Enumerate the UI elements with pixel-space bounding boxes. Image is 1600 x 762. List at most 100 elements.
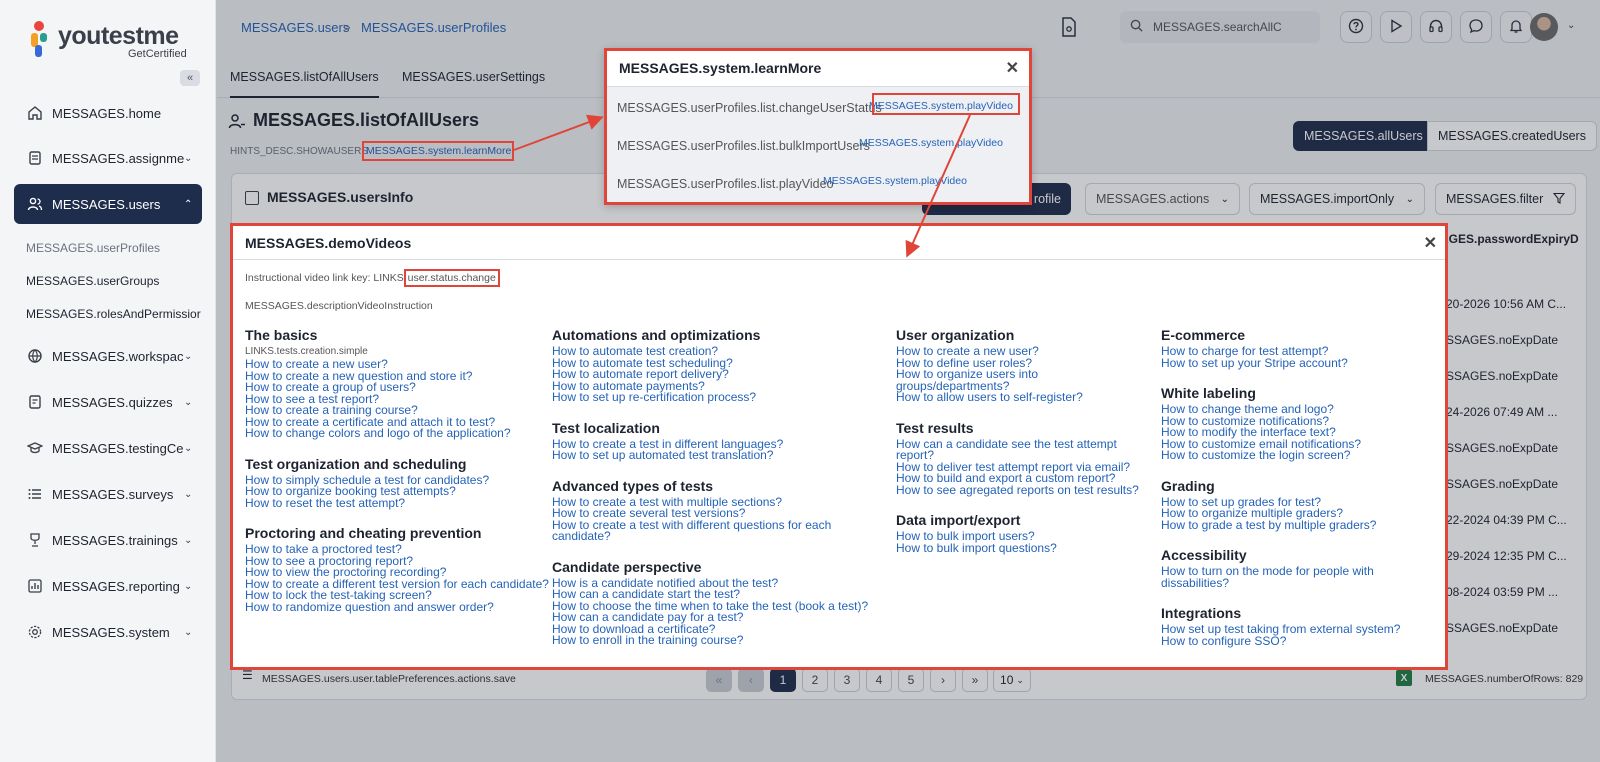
video-link[interactable]: How to allow users to self-register?: [896, 391, 1141, 404]
section-title: Test results: [896, 419, 974, 436]
sidebar-item-quizzes[interactable]: MESSAGES.quizzes ⌄: [14, 382, 202, 422]
sidebar-item-label: MESSAGES.system: [52, 624, 170, 640]
demo-videos-title: MESSAGES.demoVideos: [245, 235, 412, 251]
globe-icon: [26, 347, 44, 365]
users-icon: [26, 195, 44, 213]
demo-videos-modal: MESSAGES.demoVideos ✕ Instructional vide…: [230, 223, 1448, 670]
video-link-key-prefix: Instructional video link key: LINKS.: [245, 272, 407, 284]
highlight-box: [362, 141, 514, 161]
video-link[interactable]: How to change colors and logo of the app…: [245, 427, 565, 440]
section-title: Accessibility: [1161, 547, 1247, 563]
video-link[interactable]: How can a candidate see the test attempt…: [896, 438, 1141, 462]
sidebar-item-workspaces[interactable]: MESSAGES.workspac ⌄: [14, 336, 202, 376]
video-link-key-value: user.status.change: [403, 269, 500, 287]
gear-icon: [26, 623, 44, 641]
sidebar-item-label: MESSAGES.testingCer: [52, 440, 184, 456]
video-link[interactable]: How to randomize question and answer ord…: [245, 601, 565, 614]
section-title: User organization: [896, 327, 1015, 343]
section-title: Test organization and scheduling: [245, 455, 467, 472]
document-icon: [26, 149, 44, 167]
section-title: Automations and optimizations: [552, 327, 761, 343]
sidebar-item-assignments[interactable]: MESSAGES.assignmer ⌄: [14, 138, 202, 178]
section-title: Candidate perspective: [552, 558, 702, 575]
section-title: Integrations: [1161, 605, 1242, 621]
section-title: Test localization: [552, 419, 660, 436]
chevron-down-icon: ⌄: [184, 350, 193, 362]
section-title: White labeling: [1161, 385, 1256, 401]
sidebar-item-label: MESSAGES.surveys: [52, 486, 174, 502]
sidebar-subitem-user-groups[interactable]: MESSAGES.userGroups: [26, 274, 206, 288]
chevron-down-icon: ⌄: [184, 152, 193, 164]
video-link[interactable]: How to configure SSO?: [1161, 635, 1406, 648]
quiz-icon: [26, 393, 44, 411]
sidebar-item-surveys[interactable]: MESSAGES.surveys ⌄: [14, 474, 202, 514]
sidebar-item-label: MESSAGES.trainings: [52, 532, 178, 548]
sidebar-item-users[interactable]: MESSAGES.users ⌃: [14, 184, 202, 224]
chevron-down-icon: ⌄: [184, 580, 193, 592]
close-icon[interactable]: ✕: [1006, 58, 1019, 78]
video-link[interactable]: How to set up your Stripe account?: [1161, 357, 1406, 370]
sidebar-item-label: MESSAGES.quizzes: [52, 394, 173, 410]
sidebar-item-trainings[interactable]: MESSAGES.trainings ⌄: [14, 520, 202, 560]
sidebar-item-system[interactable]: MESSAGES.system ⌄: [14, 612, 202, 652]
video-link[interactable]: How to bulk import questions?: [896, 542, 1141, 555]
video-link[interactable]: How to turn on the mode for people with …: [1161, 565, 1406, 589]
chevron-down-icon: ⌄: [184, 534, 193, 546]
video-link[interactable]: How to see agregated reports on test res…: [896, 484, 1141, 497]
video-link-key: Instructional video link key: LINKS.user…: [245, 269, 500, 287]
chevron-down-icon: ⌄: [184, 488, 193, 500]
sidebar-item-home[interactable]: MESSAGES.home: [14, 93, 202, 133]
video-description: MESSAGES.descriptionVideoInstruction: [245, 300, 433, 312]
sidebar-collapse-button[interactable]: «: [180, 70, 200, 86]
play-video-link[interactable]: MESSAGES.system.playVideo: [859, 137, 1003, 149]
learn-row-text: MESSAGES.userProfiles.list.bulkImportUse…: [617, 139, 870, 153]
section-title: Advanced types of tests: [552, 477, 714, 494]
sidebar-item-label: MESSAGES.users: [52, 196, 161, 212]
highlight-box: [872, 93, 1020, 115]
sidebar-subitem-roles[interactable]: MESSAGES.rolesAndPermissior: [26, 307, 206, 321]
sidebar-item-label: MESSAGES.reporting: [52, 578, 180, 594]
logo-brand: youtestme: [58, 22, 179, 50]
video-link[interactable]: How to grade a test by multiple graders?: [1161, 519, 1406, 532]
learn-row-text: MESSAGES.userProfiles.list.changeUserSta…: [617, 101, 882, 115]
video-column: User organization How to create a new us…: [896, 327, 1141, 554]
sidebar-item-label: MESSAGES.workspac: [52, 348, 184, 364]
learn-more-title: MESSAGES.system.learnMore: [619, 60, 822, 76]
close-icon[interactable]: ✕: [1424, 233, 1437, 253]
section-title: The basics: [245, 327, 318, 343]
list-icon: [26, 485, 44, 503]
video-link[interactable]: How to set up automated test translation…: [552, 449, 872, 462]
video-column: The basics LINKS.tests.creation.simple H…: [245, 327, 565, 613]
sidebar-item-label: MESSAGES.home: [52, 105, 162, 121]
logo[interactable]: youtestme GetCertified: [28, 18, 198, 64]
video-link[interactable]: How to customize the login screen?: [1161, 449, 1406, 462]
chevron-down-icon: ⌄: [184, 442, 193, 454]
video-link[interactable]: How to enroll in the training course?: [552, 634, 872, 647]
logo-icon: [31, 21, 47, 57]
play-video-link[interactable]: MESSAGES.system.playVideo: [823, 175, 967, 187]
logo-tagline: GetCertified: [128, 48, 187, 60]
section-title: Proctoring and cheating prevention: [245, 525, 482, 541]
video-link[interactable]: How to reset the test attempt?: [245, 497, 565, 510]
sidebar-item-label: MESSAGES.assignmer: [52, 150, 184, 166]
video-column: Automations and optimizations How to aut…: [552, 327, 872, 647]
learn-row-text: MESSAGES.userProfiles.list.playVideo: [617, 177, 834, 191]
video-column: E-commerce How to charge for test attemp…: [1161, 327, 1406, 647]
sidebar-item-reporting[interactable]: MESSAGES.reporting ⌄: [14, 566, 202, 606]
graduation-icon: [26, 439, 44, 457]
sidebar: youtestme GetCertified « MESSAGES.home M…: [0, 0, 216, 762]
sidebar-item-testing-centers[interactable]: MESSAGES.testingCer ⌄: [14, 428, 202, 468]
video-link[interactable]: How to organize users into groups/depart…: [896, 368, 1141, 392]
sidebar-subitem-user-profiles[interactable]: MESSAGES.userProfiles: [26, 241, 206, 255]
chart-icon: [26, 577, 44, 595]
chevron-down-icon: ⌄: [184, 396, 193, 408]
section-title: E-commerce: [1161, 327, 1246, 343]
learn-more-popup: MESSAGES.system.learnMore ✕ MESSAGES.use…: [604, 48, 1032, 205]
video-link[interactable]: How to create a test with different ques…: [552, 519, 872, 543]
section-note: LINKS.tests.creation.simple: [245, 346, 368, 357]
trophy-icon: [26, 531, 44, 549]
learn-more-header: MESSAGES.system.learnMore ✕: [607, 51, 1029, 87]
section-title: Data import/export: [896, 512, 1021, 528]
video-link[interactable]: How to set up re-certification process?: [552, 391, 872, 404]
chevron-up-icon: ⌃: [184, 198, 193, 210]
